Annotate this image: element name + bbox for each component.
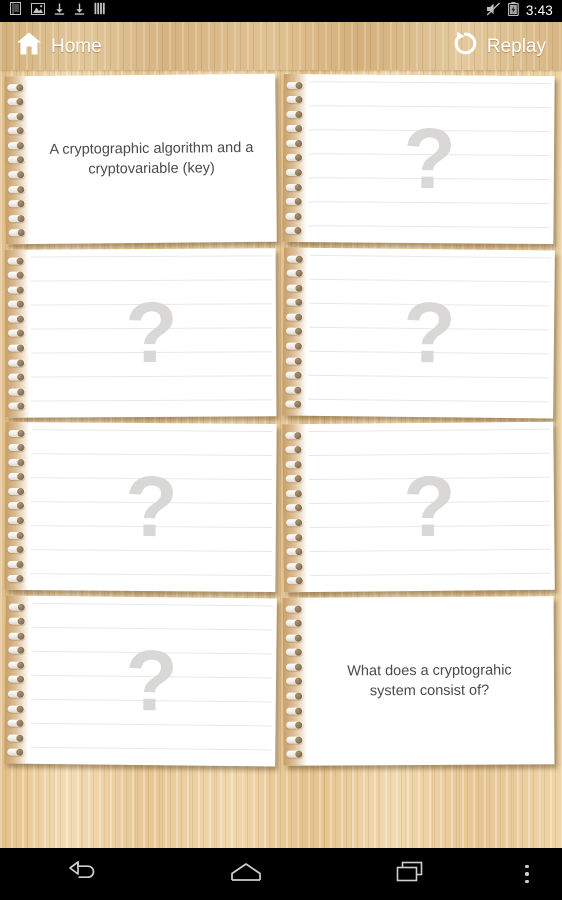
card-slot-2[interactable]: ? xyxy=(282,73,555,245)
flashcard-2[interactable]: ? xyxy=(282,73,555,245)
nav-recents-button[interactable] xyxy=(328,848,492,900)
question-mark-glyph: ? xyxy=(124,632,179,730)
status-bar-notification-icons xyxy=(0,2,486,20)
replay-button-label: Replay xyxy=(486,35,546,57)
android-navigation-bar xyxy=(0,848,562,900)
nav-back-button[interactable] xyxy=(0,848,164,900)
home-button[interactable]: Home xyxy=(0,22,118,70)
card-slot-3[interactable]: ? xyxy=(4,248,277,418)
status-bar-clock: 3:43 xyxy=(525,3,553,19)
overflow-dot xyxy=(525,879,529,884)
card-slot-7[interactable]: ? xyxy=(4,595,277,767)
flashcard-4[interactable]: ? xyxy=(282,247,555,419)
card-slot-6[interactable]: ? xyxy=(282,421,555,593)
flashcard-1[interactable]: A cryptographic algorithm and a cryptova… xyxy=(4,73,277,245)
card-slot-1[interactable]: A cryptographic algorithm and a cryptova… xyxy=(4,73,277,245)
card-slot-8[interactable]: What does a cryptograhic system consist … xyxy=(282,596,555,766)
flashcard-answer-text: A cryptographic algorithm and a cryptova… xyxy=(49,139,254,178)
back-icon xyxy=(67,860,97,888)
flashcard-3[interactable]: ? xyxy=(4,248,277,418)
status-bar: 3:43 xyxy=(0,0,562,22)
question-mark-glyph: ? xyxy=(402,458,457,556)
overflow-menu-icon xyxy=(525,863,529,886)
flashcard-5[interactable]: ? xyxy=(4,421,277,593)
status-bar-system-icons: 3:43 xyxy=(486,1,562,21)
flashcard-7[interactable]: ? xyxy=(4,595,277,767)
question-mark-glyph: ? xyxy=(402,110,457,208)
overflow-dot xyxy=(525,872,529,876)
nav-home-button[interactable] xyxy=(164,848,328,900)
replay-icon xyxy=(453,31,478,61)
home-icon xyxy=(16,31,42,61)
list-document-icon xyxy=(9,2,22,20)
app-header: Home Replay xyxy=(0,22,562,70)
download-icon xyxy=(54,2,65,20)
flashcard-question-text: What does a cryptograhic system consist … xyxy=(347,662,512,700)
home-button-label: Home xyxy=(51,35,102,57)
card-slot-5[interactable]: ? xyxy=(4,421,277,593)
download-icon xyxy=(74,2,85,20)
replay-button[interactable]: Replay xyxy=(437,22,562,70)
question-mark-glyph: ? xyxy=(124,458,179,556)
memory-card-grid: A cryptographic algorithm and a cryptova… xyxy=(0,72,562,767)
question-mark-glyph: ? xyxy=(124,284,179,382)
image-icon xyxy=(31,2,45,20)
app-screen: 3:43 Home Replay A cryptographic algorit… xyxy=(0,0,562,900)
question-mark-glyph: ? xyxy=(402,284,457,382)
recent-apps-icon xyxy=(395,861,425,888)
overflow-dot xyxy=(525,864,529,869)
signal-bars-icon xyxy=(94,2,106,20)
flashcard-8[interactable]: What does a cryptograhic system consist … xyxy=(282,596,555,766)
card-slot-4[interactable]: ? xyxy=(282,247,555,419)
home-outline-icon xyxy=(230,862,262,887)
nav-overflow-button[interactable] xyxy=(492,848,562,900)
flashcard-6[interactable]: ? xyxy=(282,421,555,593)
volume-muted-icon xyxy=(486,2,501,21)
battery-charging-icon xyxy=(507,1,519,21)
